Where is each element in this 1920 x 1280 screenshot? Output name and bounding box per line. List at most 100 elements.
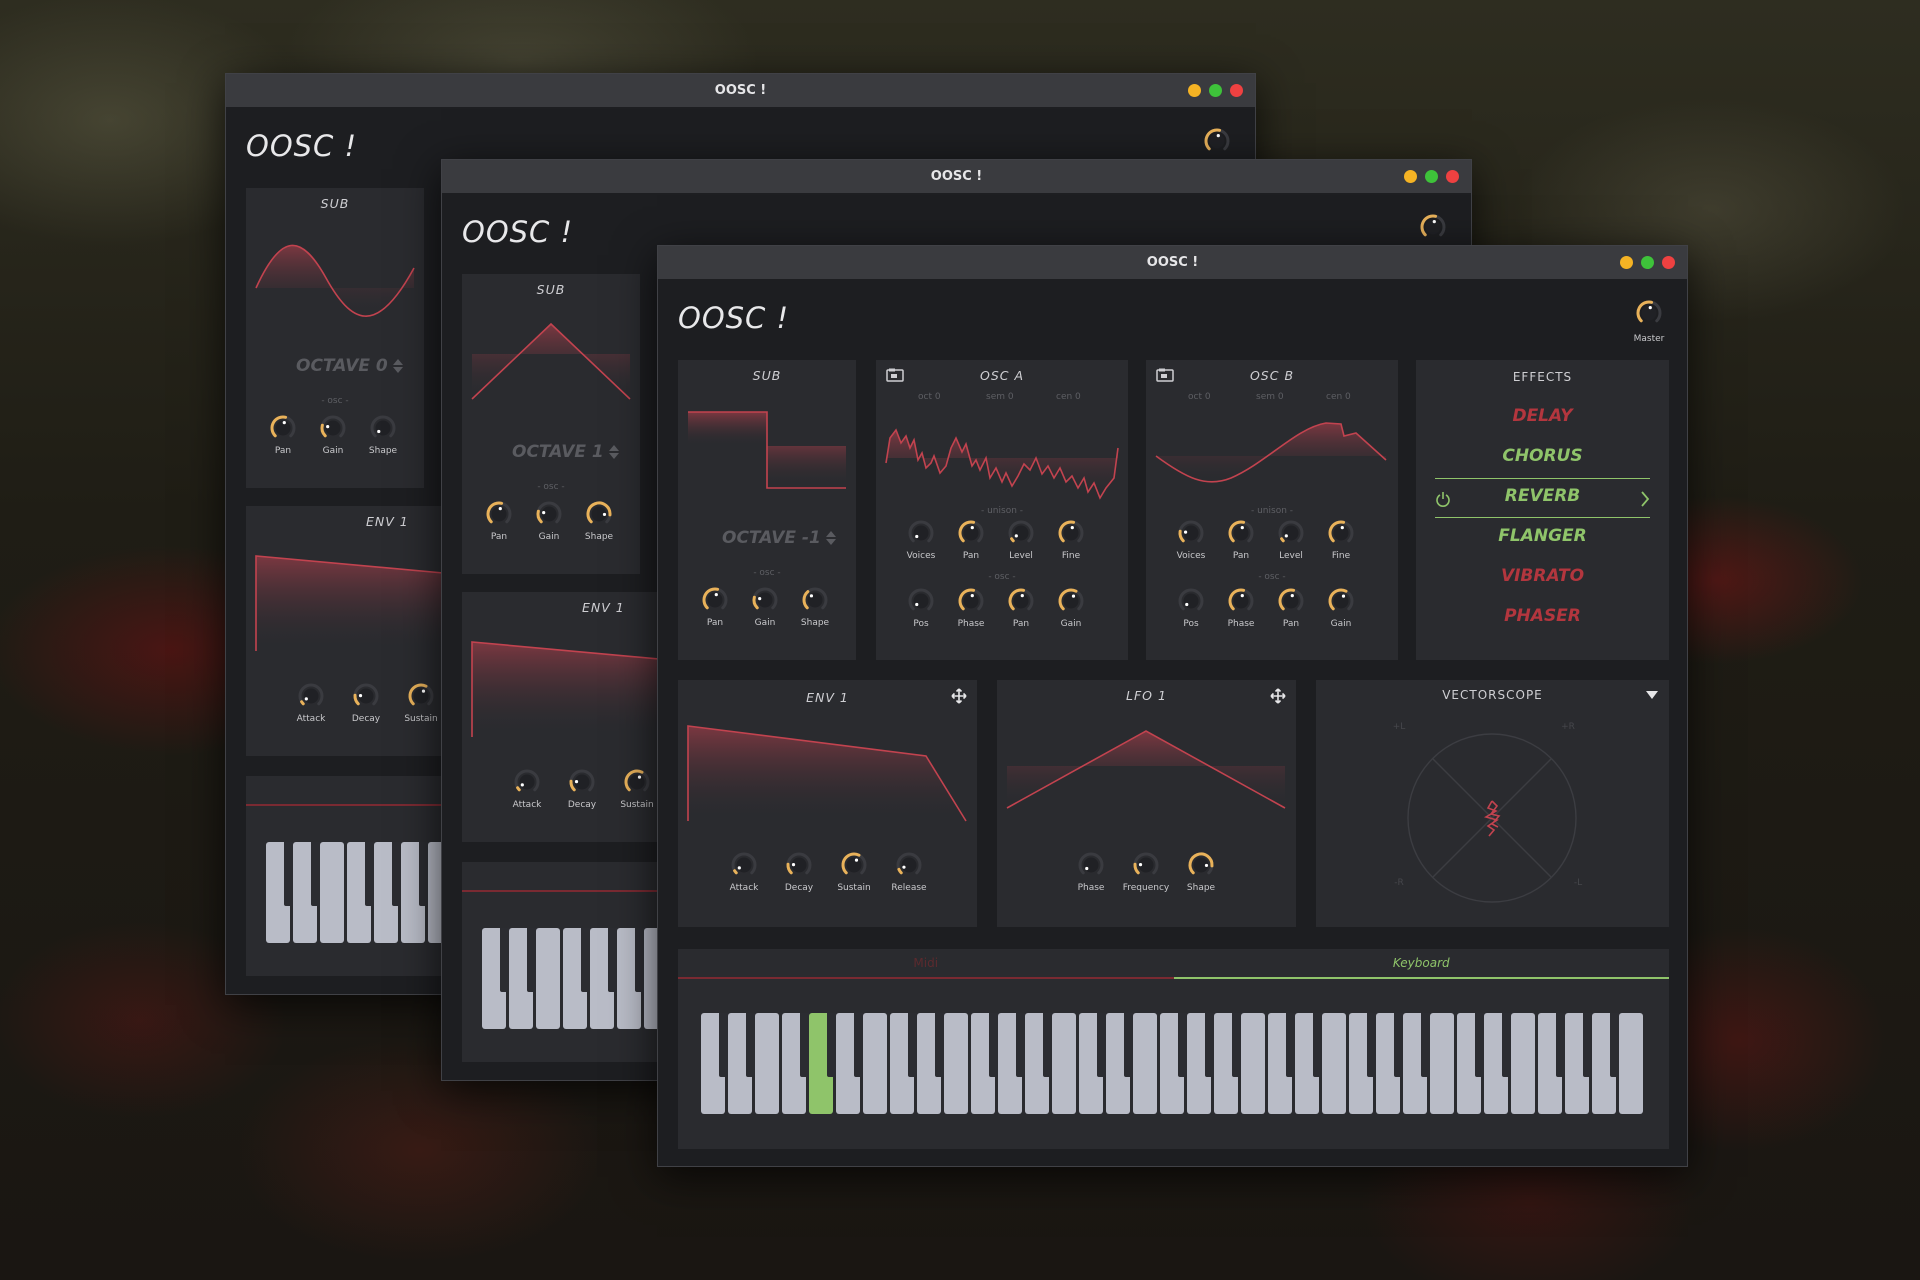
pos-knob[interactable] — [906, 586, 936, 616]
effect-chorus[interactable]: CHORUS — [1416, 446, 1669, 466]
white-key[interactable] — [1430, 1013, 1454, 1114]
piano-keyboard[interactable] — [482, 928, 668, 1029]
sem-value[interactable]: sem 0 — [1256, 392, 1284, 402]
shape-knob[interactable] — [584, 499, 614, 529]
effect-reverb: REVERB — [1504, 486, 1581, 506]
sustain-knob[interactable] — [839, 850, 869, 880]
gain-knob[interactable] — [1326, 586, 1356, 616]
chevron-down-icon[interactable] — [1645, 690, 1659, 700]
tab-keyboard[interactable]: Keyboard — [1173, 949, 1669, 979]
attack-knob[interactable] — [512, 767, 542, 797]
effect-flanger[interactable]: FLANGER — [1416, 526, 1669, 546]
release-knob[interactable] — [894, 850, 924, 880]
pan-knob[interactable] — [700, 585, 730, 615]
voices-knob[interactable] — [1176, 518, 1206, 548]
effect-delay[interactable]: DELAY — [1416, 406, 1669, 426]
attack-knob[interactable] — [296, 681, 326, 711]
gain-knob[interactable] — [1056, 586, 1086, 616]
voices-knob[interactable] — [906, 518, 936, 548]
move-icon[interactable] — [951, 688, 967, 704]
window-titlebar[interactable]: OOSC ! — [442, 160, 1471, 193]
phase-knob[interactable] — [1076, 850, 1106, 880]
attack-knob[interactable] — [729, 850, 759, 880]
sub-octave-selector[interactable]: OCTAVE -1 — [722, 528, 837, 548]
master-knob[interactable] — [1202, 126, 1232, 156]
white-key[interactable] — [1619, 1013, 1643, 1114]
white-key[interactable] — [1241, 1013, 1265, 1114]
pan-knob[interactable] — [268, 413, 298, 443]
white-key[interactable] — [755, 1013, 779, 1114]
white-key[interactable] — [863, 1013, 887, 1114]
white-key[interactable] — [320, 842, 344, 943]
white-key[interactable] — [1133, 1013, 1157, 1114]
pan-knob[interactable] — [1276, 586, 1306, 616]
pan-knob[interactable] — [484, 499, 514, 529]
gain-knob[interactable] — [534, 499, 564, 529]
synth-window-front: OOSC ! OOSC ! Master SUB OCTAVE -1 - osc… — [657, 245, 1688, 1167]
piano-keyboard[interactable] — [701, 1013, 1643, 1114]
fine-knob[interactable] — [1326, 518, 1356, 548]
close-button[interactable] — [1230, 84, 1243, 97]
level-knob[interactable] — [1006, 518, 1036, 548]
sub-waveform — [255, 244, 415, 317]
cen-value[interactable]: cen 0 — [1326, 392, 1351, 402]
window-titlebar[interactable]: OOSC ! — [658, 246, 1687, 279]
shape-knob[interactable] — [368, 413, 398, 443]
shape-knob[interactable] — [1186, 850, 1216, 880]
white-key[interactable] — [1511, 1013, 1535, 1114]
minimize-button[interactable] — [1620, 256, 1633, 269]
white-key[interactable] — [1052, 1013, 1076, 1114]
sub-octave-selector[interactable]: OCTAVE 0 — [296, 356, 404, 376]
effect-vibrato[interactable]: VIBRATO — [1416, 566, 1669, 586]
master-knob[interactable] — [1634, 298, 1664, 328]
oct-value[interactable]: oct 0 — [1188, 392, 1211, 402]
scope-label-neg-right: -R — [1394, 878, 1404, 888]
maximize-button[interactable] — [1425, 170, 1438, 183]
close-button[interactable] — [1446, 170, 1459, 183]
pan-knob[interactable] — [1006, 586, 1036, 616]
sustain-knob[interactable] — [622, 767, 652, 797]
pan-knob[interactable] — [1226, 518, 1256, 548]
piano-keyboard[interactable] — [266, 842, 452, 943]
white-key[interactable] — [536, 928, 560, 1029]
phase-knob[interactable] — [1226, 586, 1256, 616]
decay-knob[interactable] — [784, 850, 814, 880]
window-title: OOSC ! — [714, 83, 767, 98]
frequency-knob[interactable] — [1131, 850, 1161, 880]
scope-label-neg-left: -L — [1573, 878, 1583, 888]
sub-waveform — [688, 411, 846, 489]
white-key[interactable] — [1322, 1013, 1346, 1114]
white-key[interactable] — [944, 1013, 968, 1114]
effect-phaser[interactable]: PHASER — [1416, 606, 1669, 626]
oct-value[interactable]: oct 0 — [918, 392, 941, 402]
master-knob[interactable] — [1418, 212, 1448, 242]
pos-knob[interactable] — [1176, 586, 1206, 616]
sem-value[interactable]: sem 0 — [986, 392, 1014, 402]
fine-label: Fine — [1331, 551, 1351, 561]
maximize-button[interactable] — [1641, 256, 1654, 269]
gain-knob[interactable] — [318, 413, 348, 443]
effects-panel: EFFECTS DELAY CHORUS REVERB FLANGER VIBR… — [1416, 360, 1669, 660]
keyboard-panel: Midi Keyboard — [678, 949, 1669, 1149]
pan-knob[interactable] — [956, 518, 986, 548]
gain-knob[interactable] — [750, 585, 780, 615]
decay-knob[interactable] — [567, 767, 597, 797]
sub-octave-selector[interactable]: OCTAVE 1 — [512, 442, 620, 462]
tab-midi[interactable]: Midi — [678, 949, 1174, 979]
cen-value[interactable]: cen 0 — [1056, 392, 1081, 402]
chevron-right-icon[interactable] — [1640, 491, 1650, 507]
close-button[interactable] — [1662, 256, 1675, 269]
sustain-knob[interactable] — [406, 681, 436, 711]
fine-knob[interactable] — [1056, 518, 1086, 548]
effect-reverb-row[interactable]: REVERB — [1435, 478, 1650, 518]
osc-b-waveform — [1155, 422, 1387, 483]
maximize-button[interactable] — [1209, 84, 1222, 97]
phase-knob[interactable] — [956, 586, 986, 616]
level-knob[interactable] — [1276, 518, 1306, 548]
minimize-button[interactable] — [1188, 84, 1201, 97]
decay-knob[interactable] — [351, 681, 381, 711]
move-icon[interactable] — [1270, 688, 1286, 704]
window-titlebar[interactable]: OOSC ! — [226, 74, 1255, 107]
minimize-button[interactable] — [1404, 170, 1417, 183]
shape-knob[interactable] — [800, 585, 830, 615]
